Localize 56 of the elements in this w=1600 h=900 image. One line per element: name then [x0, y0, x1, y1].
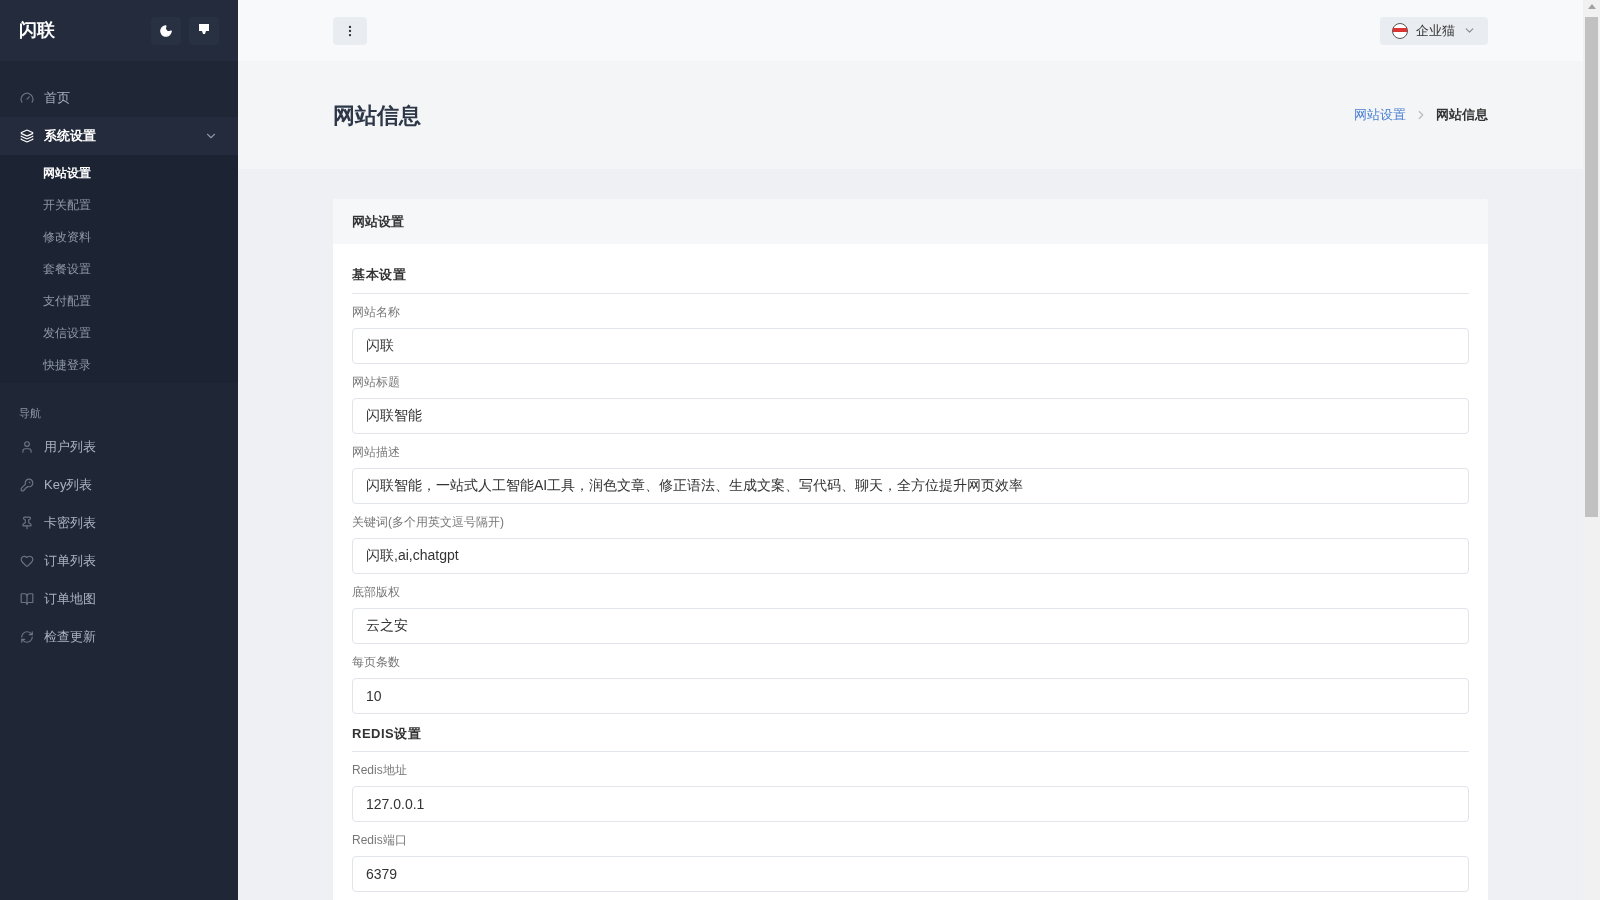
nav-heading: 导航 — [18, 406, 42, 421]
submenu-item[interactable]: 快捷登录 — [0, 349, 238, 381]
sidebar-item[interactable]: 系统设置 — [0, 117, 238, 155]
user-icon — [20, 439, 34, 454]
pin-button[interactable] — [189, 16, 219, 45]
user-menu-button[interactable]: 企业猫 — [1380, 16, 1488, 45]
field-label: 网站名称 — [352, 303, 401, 320]
refresh-icon — [20, 629, 34, 644]
text-field[interactable]: 闪联智能，一站式人工智能AI工具，润色文章、修正语法、生成文案、写代码、聊天，全方位提升网页效率 — [352, 467, 1469, 504]
text-field[interactable]: 6379 — [352, 856, 1469, 892]
theme-toggle-button[interactable] — [151, 16, 181, 45]
sidebar-item[interactable]: 用户列表 — [0, 427, 238, 466]
book-icon — [20, 591, 34, 606]
text-field[interactable]: 10 — [352, 677, 1469, 714]
pin-icon — [199, 24, 209, 37]
submenu-item[interactable]: 支付配置 — [0, 285, 238, 317]
field-label: 网站标题 — [352, 373, 401, 390]
section-heading: REDIS设置 — [352, 723, 1469, 752]
sidebar-item[interactable]: 订单列表 — [0, 541, 238, 580]
scrollbar-thumb[interactable] — [1585, 17, 1598, 517]
field-label: 网站描述 — [352, 443, 401, 460]
section-heading: 基本设置 — [352, 265, 1469, 294]
submenu-item[interactable]: 网站设置 — [0, 157, 238, 189]
field-label: 关键词(多个用英文逗号隔开) — [352, 513, 505, 530]
page-title: 网站信息 — [333, 101, 421, 130]
text-field[interactable]: 闪联,ai,chatgpt — [352, 537, 1469, 574]
submenu-item[interactable]: 套餐设置 — [0, 253, 238, 285]
moon-icon — [159, 23, 173, 38]
avatar-icon — [1392, 22, 1408, 39]
field-label: Redis端口 — [352, 832, 408, 848]
sidebar-item[interactable]: 卡密列表 — [0, 503, 238, 542]
field-label: Redis地址 — [352, 762, 408, 778]
sidebar-item[interactable]: 首页 — [0, 79, 238, 117]
breadcrumb-link[interactable]: 网站设置 — [1354, 105, 1406, 125]
submenu-item[interactable]: 开关配置 — [0, 189, 238, 221]
field-label: 每页条数 — [352, 653, 401, 670]
key-icon — [20, 477, 34, 492]
breadcrumb-current: 网站信息 — [1436, 106, 1488, 125]
text-field[interactable]: 闪联智能 — [352, 397, 1469, 434]
sidebar-item[interactable]: 订单地图 — [0, 579, 238, 618]
layers-icon — [20, 129, 34, 143]
submenu-item[interactable]: 修改资料 — [0, 221, 238, 253]
field-label: 底部版权 — [352, 583, 401, 600]
scroll-up-icon — [1587, 4, 1596, 9]
text-field[interactable]: 闪联 — [352, 327, 1469, 364]
text-field[interactable]: 云之安 — [352, 607, 1469, 644]
brand-logo: 闪联 — [19, 19, 55, 42]
gauge-icon — [20, 91, 34, 105]
sidebar-item[interactable]: Key列表 — [0, 465, 238, 504]
more-button[interactable] — [333, 16, 367, 45]
pin-icon — [20, 515, 34, 530]
submenu-item[interactable]: 发信设置 — [0, 317, 238, 349]
heart-icon — [20, 553, 34, 568]
card-title: 网站设置 — [352, 212, 404, 231]
sidebar-item[interactable]: 检查更新 — [0, 617, 238, 656]
text-field[interactable]: 127.0.0.1 — [352, 786, 1469, 822]
